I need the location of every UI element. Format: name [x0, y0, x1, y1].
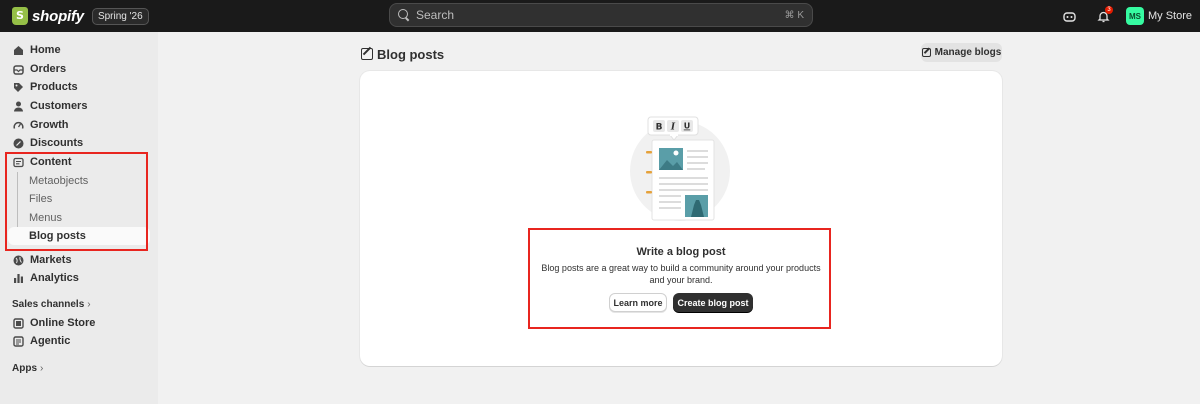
- chevron-right-icon: ›: [87, 299, 91, 310]
- highlight-empty-state: [528, 228, 831, 329]
- sidebar-item-agentic[interactable]: Agentic: [8, 332, 150, 350]
- avatar: MS: [1125, 7, 1144, 25]
- chevron-right-icon: ›: [40, 363, 44, 374]
- sidekick-icon: [1063, 11, 1077, 22]
- tag-icon: [12, 81, 25, 94]
- svg-text:B: B: [656, 123, 663, 133]
- sidebar-item-label: Orders: [30, 63, 67, 75]
- home-icon: [12, 44, 25, 57]
- sidebar-item-label: Growth: [30, 119, 69, 131]
- store-name: My Store: [1147, 10, 1192, 22]
- gauge-icon: [12, 119, 25, 132]
- apps-heading[interactable]: Apps ›: [12, 363, 43, 374]
- shopify-logo[interactable]: shopify: [12, 7, 84, 25]
- account-menu[interactable]: MS My Store: [1125, 7, 1192, 25]
- person-icon: [12, 100, 25, 113]
- search-icon: [398, 9, 410, 21]
- sales-channels-heading[interactable]: Sales channels ›: [12, 299, 91, 310]
- manage-blogs-button[interactable]: Manage blogs: [921, 43, 1002, 62]
- shopify-bag-icon: [12, 7, 28, 25]
- sidebar-item-growth[interactable]: Growth: [8, 116, 150, 134]
- top-right-actions: 3 MS My Store: [1058, 4, 1192, 28]
- globe-icon: [12, 254, 25, 267]
- sidekick-button[interactable]: [1058, 4, 1082, 28]
- sidebar-item-label: Online Store: [30, 317, 96, 329]
- sidebar-item-discounts[interactable]: Discounts: [8, 134, 150, 152]
- page-header: Blog posts: [361, 44, 1003, 64]
- sidebar-item-label: Home: [30, 44, 61, 56]
- manage-blogs-label: Manage blogs: [934, 47, 1002, 58]
- highlight-content-group: [5, 152, 148, 251]
- sidebar-item-label: Customers: [30, 100, 88, 112]
- sidebar-item-label: Markets: [30, 254, 72, 266]
- edition-badge: Spring '26: [91, 7, 149, 25]
- sidebar-item-label: Discounts: [30, 137, 84, 149]
- brand-name: shopify: [32, 7, 84, 25]
- section-label-text: Apps: [12, 363, 37, 374]
- sidebar-item-products[interactable]: Products: [8, 78, 150, 96]
- sidebar-item-label: Products: [30, 81, 78, 93]
- sidebar-item-orders[interactable]: Orders: [8, 60, 150, 78]
- search-placeholder: Search: [416, 8, 455, 22]
- notifications-button[interactable]: 3: [1092, 4, 1116, 28]
- svg-text:U: U: [684, 122, 691, 131]
- discount-icon: [12, 137, 25, 150]
- store-icon: [12, 317, 25, 330]
- edit-icon: [921, 48, 931, 57]
- section-label-text: Sales channels: [12, 299, 85, 310]
- sidebar-item-markets[interactable]: Markets: [8, 251, 150, 269]
- page-title: Blog posts: [377, 46, 445, 62]
- bar-chart-icon: [12, 272, 25, 285]
- notification-badge: 3: [1104, 6, 1113, 14]
- sidebar-item-label: Analytics: [30, 272, 79, 284]
- sidebar-item-customers[interactable]: Customers: [8, 97, 150, 115]
- search-input[interactable]: Search ⌘ K: [389, 3, 813, 27]
- blog-illustration: B I U: [630, 116, 730, 221]
- edit-icon: [361, 48, 373, 60]
- svg-text:I: I: [670, 123, 676, 133]
- orders-icon: [12, 63, 25, 76]
- top-bar: shopify Spring '26 Search ⌘ K 3 MS My St…: [0, 0, 1200, 32]
- sidebar-item-home[interactable]: Home: [8, 41, 150, 59]
- sidebar-item-online-store[interactable]: Online Store: [8, 314, 150, 332]
- agentic-icon: [12, 335, 25, 348]
- search-shortcut: ⌘ K: [784, 9, 804, 21]
- sidebar-item-label: Agentic: [30, 335, 71, 347]
- sidebar-item-analytics[interactable]: Analytics: [8, 269, 150, 287]
